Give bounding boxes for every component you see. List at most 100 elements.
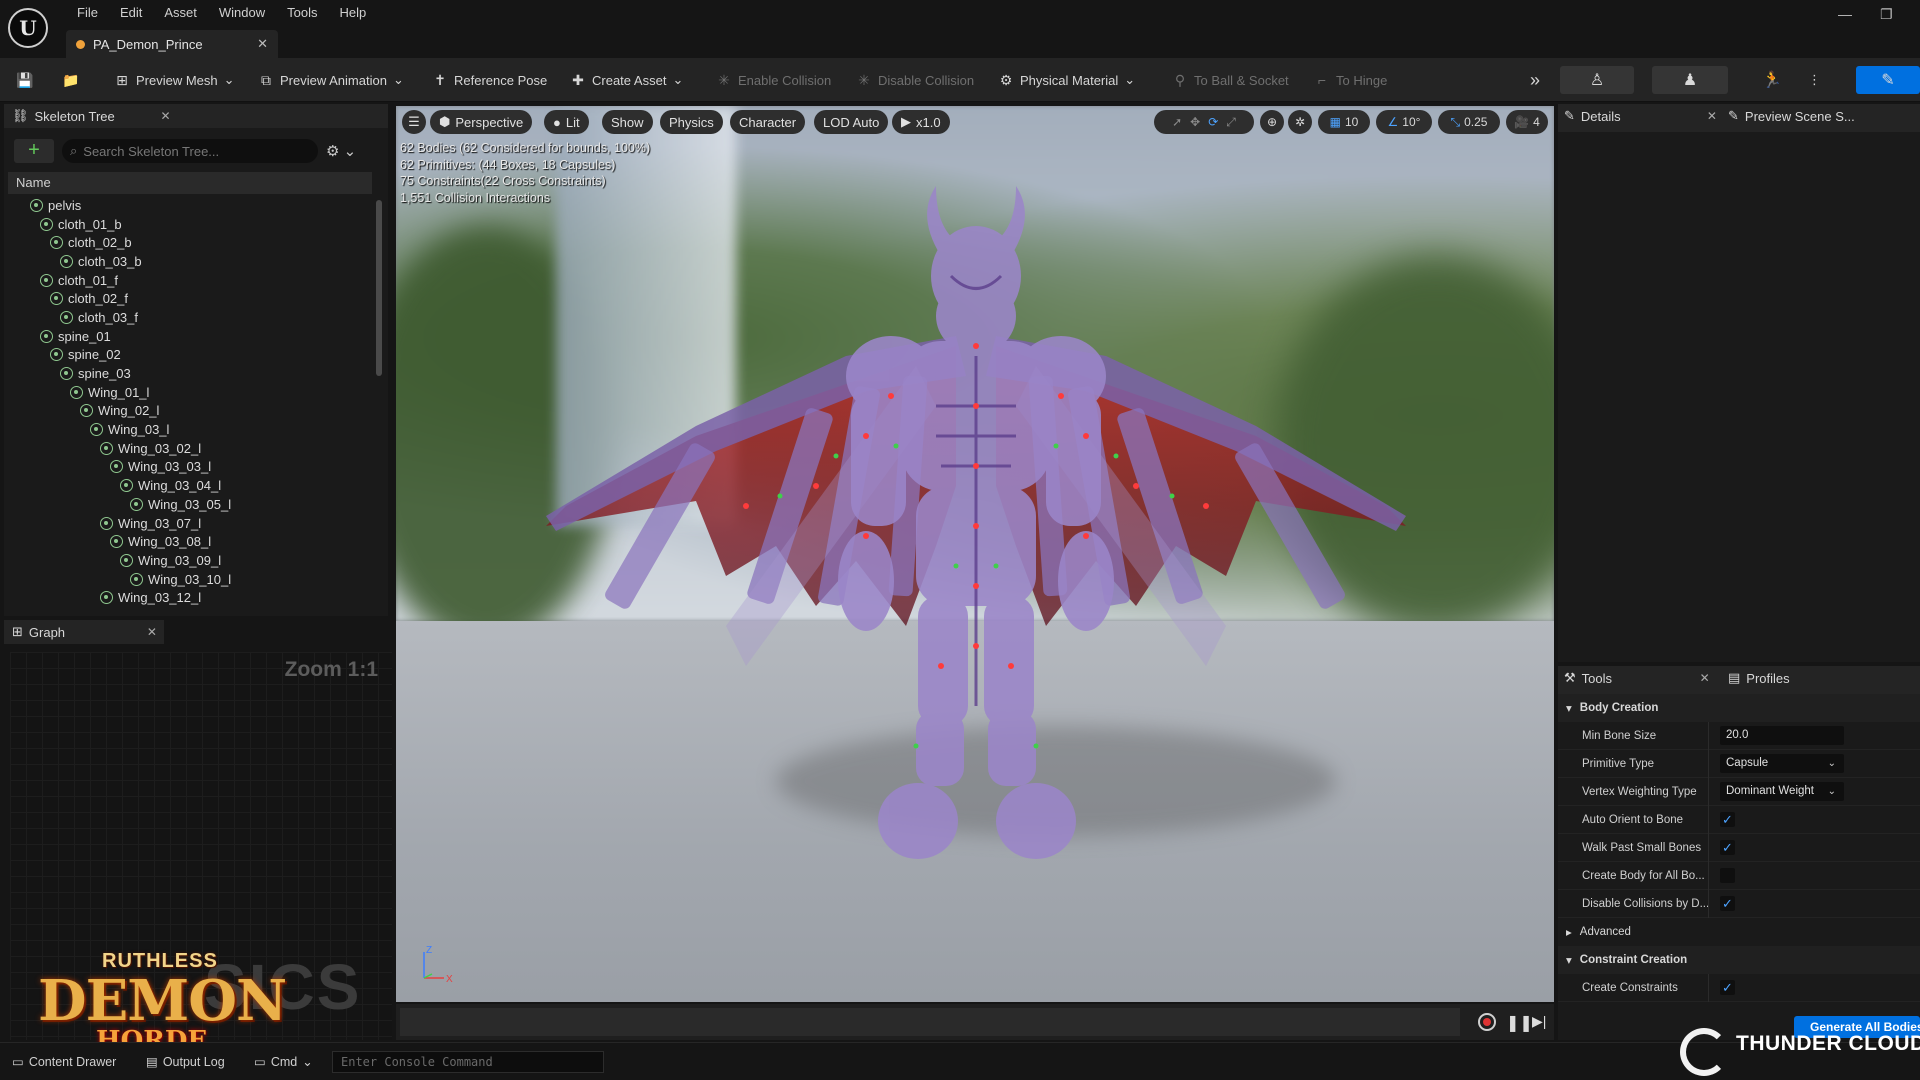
tree-scrollbar[interactable]	[376, 200, 382, 376]
bone-row[interactable]: spine_01	[4, 327, 374, 346]
select-icon[interactable]: ➚	[1172, 115, 1182, 129]
primitive-type-select[interactable]: Capsule ⌄	[1720, 754, 1844, 773]
bone-row[interactable]: Wing_03_07_l	[4, 514, 374, 533]
translate-icon[interactable]: ✥	[1190, 115, 1200, 129]
bone-row[interactable]: cloth_01_b	[4, 215, 374, 234]
close-panel-icon[interactable]: ✕	[147, 625, 157, 639]
create-asset-button[interactable]: ✚ Create Asset ⌄	[570, 68, 683, 92]
bone-row[interactable]: Wing_03_03_l	[4, 458, 374, 477]
record-button[interactable]	[1478, 1013, 1496, 1031]
more-options-icon[interactable]: ⋮	[1808, 68, 1821, 92]
bone-row[interactable]: Wing_03_02_l	[4, 439, 374, 458]
disable-collisions-checkbox[interactable]: ✓	[1720, 896, 1735, 911]
bone-row[interactable]: Wing_03_09_l	[4, 551, 374, 570]
bone-row[interactable]: cloth_01_f	[4, 271, 374, 290]
menu-edit[interactable]: Edit	[109, 3, 153, 22]
reference-pose-button[interactable]: ✝ Reference Pose	[432, 68, 547, 92]
create-constraints-checkbox[interactable]: ✓	[1720, 980, 1735, 995]
auto-orient-checkbox[interactable]: ✓	[1720, 812, 1735, 827]
name-column-header[interactable]: Name	[8, 172, 372, 194]
bone-row[interactable]: Wing_01_l	[4, 383, 374, 402]
transform-tools-group[interactable]: ➚ ✥ ⟳ ⤢	[1154, 110, 1254, 134]
bone-row[interactable]: Wing_03_10_l	[4, 570, 374, 589]
simulate-button[interactable]: ✎	[1856, 66, 1920, 94]
details-tab[interactable]: ✎ Details ✕	[1564, 108, 1717, 124]
rotation-snap-button[interactable]: ∠ 10°	[1376, 110, 1432, 134]
bone-row[interactable]: spine_03	[4, 364, 374, 383]
min-bone-size-input[interactable]: 20.0	[1720, 726, 1844, 745]
bone-row[interactable]: Wing_03_12_l	[4, 588, 374, 607]
physics-button[interactable]: Physics	[660, 110, 723, 134]
bone-row[interactable]: spine_02	[4, 346, 374, 365]
close-panel-icon[interactable]: ✕	[161, 109, 171, 123]
rotate-icon[interactable]: ⟳	[1208, 115, 1218, 129]
unreal-logo-icon[interactable]: U	[8, 8, 48, 48]
search-skeleton-input[interactable]: ⌕ Search Skeleton Tree...	[62, 139, 318, 163]
output-log-button[interactable]: ▤ Output Log	[146, 1054, 225, 1070]
create-body-checkbox[interactable]	[1720, 868, 1735, 883]
menu-asset[interactable]: Asset	[153, 3, 208, 22]
close-tab-icon[interactable]: ✕	[257, 36, 268, 52]
advanced-section[interactable]: ▸ Advanced	[1558, 918, 1920, 946]
lit-button[interactable]: ● Lit	[544, 110, 589, 134]
physical-material-button[interactable]: ⚙ Physical Material ⌄	[998, 68, 1135, 92]
minimize-icon[interactable]: —	[1838, 6, 1852, 22]
toolbar-overflow-icon[interactable]: »	[1530, 68, 1540, 92]
bone-row[interactable]: Wing_03_08_l	[4, 532, 374, 551]
content-drawer-button[interactable]: ▭ Content Drawer	[12, 1054, 116, 1070]
close-panel-icon[interactable]: ✕	[1700, 671, 1710, 685]
bone-row[interactable]: pelvis	[4, 196, 374, 215]
constraint-creation-section[interactable]: ▾ Constraint Creation	[1558, 946, 1920, 974]
demon-physics-model[interactable]	[396, 106, 1554, 1002]
preview-viewport[interactable]: ☰ ⬢ Perspective ● Lit Show Physics Charact…	[396, 106, 1554, 1002]
grid-snap-button[interactable]: ▦ 10	[1318, 110, 1370, 134]
scale-snap-button[interactable]: ⤡ 0.25	[1438, 110, 1500, 134]
menu-tools[interactable]: Tools	[276, 3, 328, 22]
bone-row[interactable]: cloth_03_b	[4, 252, 374, 271]
preview-scene-tab[interactable]: ✎ Preview Scene S...	[1728, 108, 1855, 124]
lod-button[interactable]: LOD Auto	[814, 110, 889, 134]
cmd-dropdown[interactable]: ▭ Cmd ⌄	[254, 1054, 313, 1070]
viewport-options-button[interactable]: ☰	[402, 110, 426, 134]
pause-button[interactable]: ❚❚	[1506, 1013, 1533, 1033]
preview-animation-button[interactable]: ⧉ Preview Animation ⌄	[258, 68, 404, 92]
world-local-button[interactable]: ⊕	[1260, 110, 1284, 134]
restore-icon[interactable]: ❐	[1880, 6, 1893, 23]
skeleton-mode-button[interactable]: ♙	[1560, 66, 1634, 94]
browse-button[interactable]: 📁	[62, 68, 79, 92]
playback-speed-button[interactable]: ▶ x1.0	[892, 110, 950, 134]
to-hinge-button[interactable]: ⌐ To Hinge	[1314, 68, 1387, 92]
camera-speed-button[interactable]: 🎥 4	[1506, 110, 1548, 134]
document-tab[interactable]: PA_Demon_Prince ✕	[66, 30, 278, 58]
to-ball-socket-button[interactable]: ⚲ To Ball & Socket	[1172, 68, 1289, 92]
animation-mode-button[interactable]: 🏃	[1742, 66, 1802, 94]
vertex-weighting-select[interactable]: Dominant Weight ⌄	[1720, 782, 1844, 801]
body-creation-section[interactable]: ▾ Body Creation	[1558, 694, 1920, 722]
scale-icon[interactable]: ⤢	[1226, 115, 1236, 130]
close-panel-icon[interactable]: ✕	[1707, 109, 1717, 123]
bone-row[interactable]: cloth_02_b	[4, 233, 374, 252]
perspective-button[interactable]: ⬢ Perspective	[430, 110, 533, 134]
timeline-track[interactable]	[400, 1008, 1460, 1036]
settings-gear-icon[interactable]: ⚙ ⌄	[326, 142, 356, 160]
show-button[interactable]: Show	[602, 110, 653, 134]
bone-row[interactable]: Wing_03_l	[4, 420, 374, 439]
walk-past-checkbox[interactable]: ✓	[1720, 840, 1735, 855]
bone-row[interactable]: cloth_02_f	[4, 289, 374, 308]
menu-help[interactable]: Help	[328, 3, 377, 22]
bone-row[interactable]: Wing_03_05_l	[4, 495, 374, 514]
profiles-tab[interactable]: ▤ Profiles	[1728, 670, 1790, 686]
preview-mesh-button[interactable]: ⊞ Preview Mesh ⌄	[114, 68, 234, 92]
character-button[interactable]: Character	[730, 110, 806, 134]
step-forward-button[interactable]: ▶|	[1532, 1013, 1546, 1030]
menu-window[interactable]: Window	[208, 3, 276, 22]
bone-row[interactable]: Wing_03_04_l	[4, 476, 374, 495]
bone-row[interactable]: cloth_03_f	[4, 308, 374, 327]
surface-snap-button[interactable]: ✲	[1288, 110, 1312, 134]
physics-asset-mode-button[interactable]: ♟	[1652, 66, 1728, 94]
save-button[interactable]: 💾	[16, 68, 33, 92]
disable-collision-button[interactable]: ✳ Disable Collision	[856, 68, 974, 92]
add-socket-button[interactable]: +	[14, 139, 54, 163]
enable-collision-button[interactable]: ✳ Enable Collision	[716, 68, 831, 92]
tools-tab[interactable]: ⚒ Tools ✕	[1564, 670, 1710, 686]
